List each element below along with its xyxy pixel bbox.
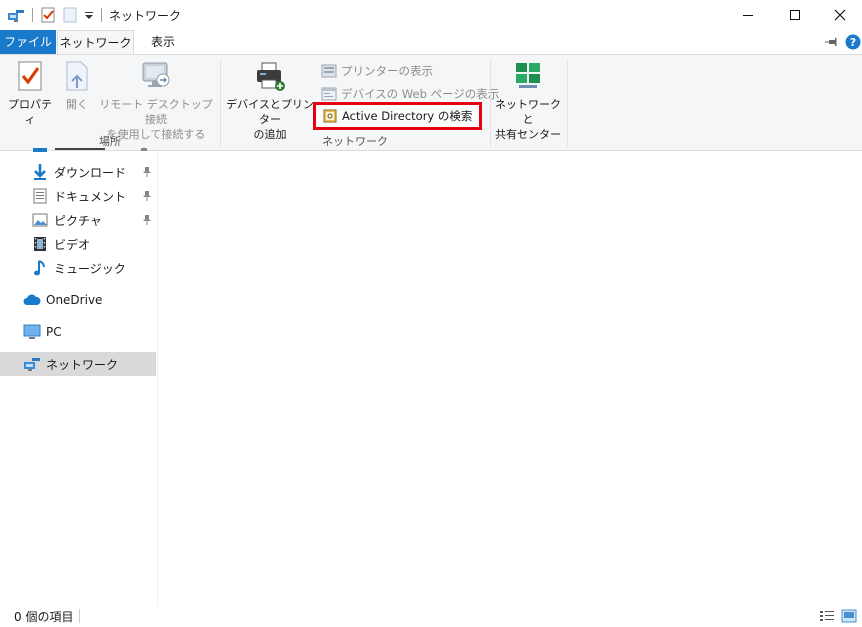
- open-label: 開く: [66, 98, 88, 111]
- printers-list-icon: [321, 63, 337, 79]
- nav-item-label: ドキュメント: [54, 189, 127, 204]
- nav-item-label: ミュージック: [54, 261, 126, 276]
- remote-desktop-icon: [139, 59, 173, 93]
- remote-desktop-label-1: リモート デスクトップ接続: [99, 98, 213, 126]
- pin-icon[interactable]: [141, 166, 153, 178]
- nav-item-label: PC: [46, 325, 62, 339]
- network-sharing-center-icon: [511, 59, 545, 93]
- film-icon: [31, 235, 49, 253]
- nav-item-onedrive[interactable]: OneDrive: [0, 288, 156, 312]
- tab-network[interactable]: ネットワーク: [57, 30, 134, 55]
- printer-icon: [253, 59, 287, 93]
- document-icon: [31, 187, 49, 205]
- nav-item-documents[interactable]: ドキュメント: [0, 184, 156, 208]
- scrolled-nav-item-fragment: [31, 145, 151, 152]
- device-web-icon: [321, 86, 337, 102]
- item-count: 0 個の項目: [14, 610, 74, 624]
- nav-item-label: ダウンロード: [54, 165, 127, 180]
- nav-item-pictures[interactable]: ピクチャ: [0, 208, 156, 232]
- nav-item-videos[interactable]: ビデオ: [0, 232, 156, 256]
- pin-icon[interactable]: [141, 190, 153, 202]
- network-center-label-2: 共有センター: [495, 128, 561, 141]
- large-icons-view-icon[interactable]: [841, 608, 857, 624]
- add-device-label-2: の追加: [253, 128, 287, 141]
- open-button[interactable]: 開く: [60, 59, 94, 112]
- group-divider: [567, 59, 568, 147]
- properties-quick-icon[interactable]: [40, 6, 56, 24]
- close-button[interactable]: [817, 0, 862, 30]
- remote-desktop-button[interactable]: リモート デスクトップ接続 を使用して接続する: [96, 59, 216, 142]
- download-arrow-icon: [31, 163, 49, 181]
- network-window-icon[interactable]: [7, 6, 25, 24]
- network-group-label: ネットワーク: [322, 135, 388, 148]
- pin-ribbon-icon[interactable]: [823, 33, 839, 51]
- pin-icon[interactable]: [141, 214, 153, 226]
- navigation-pane[interactable]: ダウンロード ドキュメント ピクチャ ビデオ ミュージック OneDrive P…: [0, 148, 158, 605]
- title-bar: ネットワーク: [0, 0, 862, 30]
- network-icon: [23, 355, 41, 373]
- network-sharing-center-button[interactable]: ネットワークと 共有センター: [494, 59, 562, 142]
- nav-item-network[interactable]: ネットワーク: [0, 352, 156, 376]
- view-printers-label: プリンターの表示: [341, 64, 433, 78]
- blank-quick-icon[interactable]: [63, 6, 77, 24]
- directory-book-icon: [322, 108, 338, 124]
- properties-button[interactable]: プロパティ: [4, 59, 56, 127]
- customize-quick-access-icon[interactable]: [84, 6, 94, 24]
- open-icon: [60, 59, 94, 93]
- search-active-directory-button[interactable]: Active Directory の検索: [322, 105, 472, 127]
- view-device-web-label: デバイスの Web ページの表示: [341, 87, 500, 101]
- view-printers-button[interactable]: プリンターの表示: [321, 60, 433, 82]
- network-center-label-1: ネットワークと: [495, 98, 561, 126]
- group-divider: [220, 59, 221, 147]
- nav-item-label: ビデオ: [54, 237, 91, 252]
- picture-icon: [31, 211, 49, 229]
- nav-item-music[interactable]: ミュージック: [0, 256, 156, 280]
- add-device-label-1: デバイスとプリンター: [226, 98, 314, 126]
- add-device-button[interactable]: デバイスとプリンター の追加: [224, 59, 316, 142]
- file-list-area[interactable]: [158, 151, 862, 605]
- details-view-icon[interactable]: [819, 608, 835, 624]
- tab-file[interactable]: ファイル: [0, 30, 56, 54]
- svg-text:?: ?: [850, 36, 856, 49]
- help-icon[interactable]: ?: [845, 33, 861, 51]
- minimize-button[interactable]: [725, 0, 771, 30]
- monitor-icon: [23, 323, 41, 341]
- nav-item-downloads[interactable]: ダウンロード: [0, 160, 156, 184]
- maximize-button[interactable]: [772, 0, 818, 30]
- ribbon-tabs: ファイル ネットワーク 表示 ?: [0, 30, 862, 55]
- nav-item-label: ピクチャ: [54, 213, 102, 228]
- cloud-icon: [23, 291, 41, 309]
- search-active-directory-label: Active Directory の検索: [342, 109, 473, 123]
- properties-icon: [13, 59, 47, 93]
- properties-label: プロパティ: [8, 98, 52, 126]
- nav-item-label: ネットワーク: [46, 357, 119, 372]
- nav-item-label: OneDrive: [46, 293, 103, 307]
- group-divider: [490, 59, 491, 147]
- window-title: ネットワーク: [109, 9, 182, 23]
- nav-item-pc[interactable]: PC: [0, 320, 156, 344]
- music-note-icon: [31, 259, 49, 277]
- tab-view[interactable]: 表示: [140, 30, 186, 54]
- status-bar: 0 個の項目: [0, 605, 862, 627]
